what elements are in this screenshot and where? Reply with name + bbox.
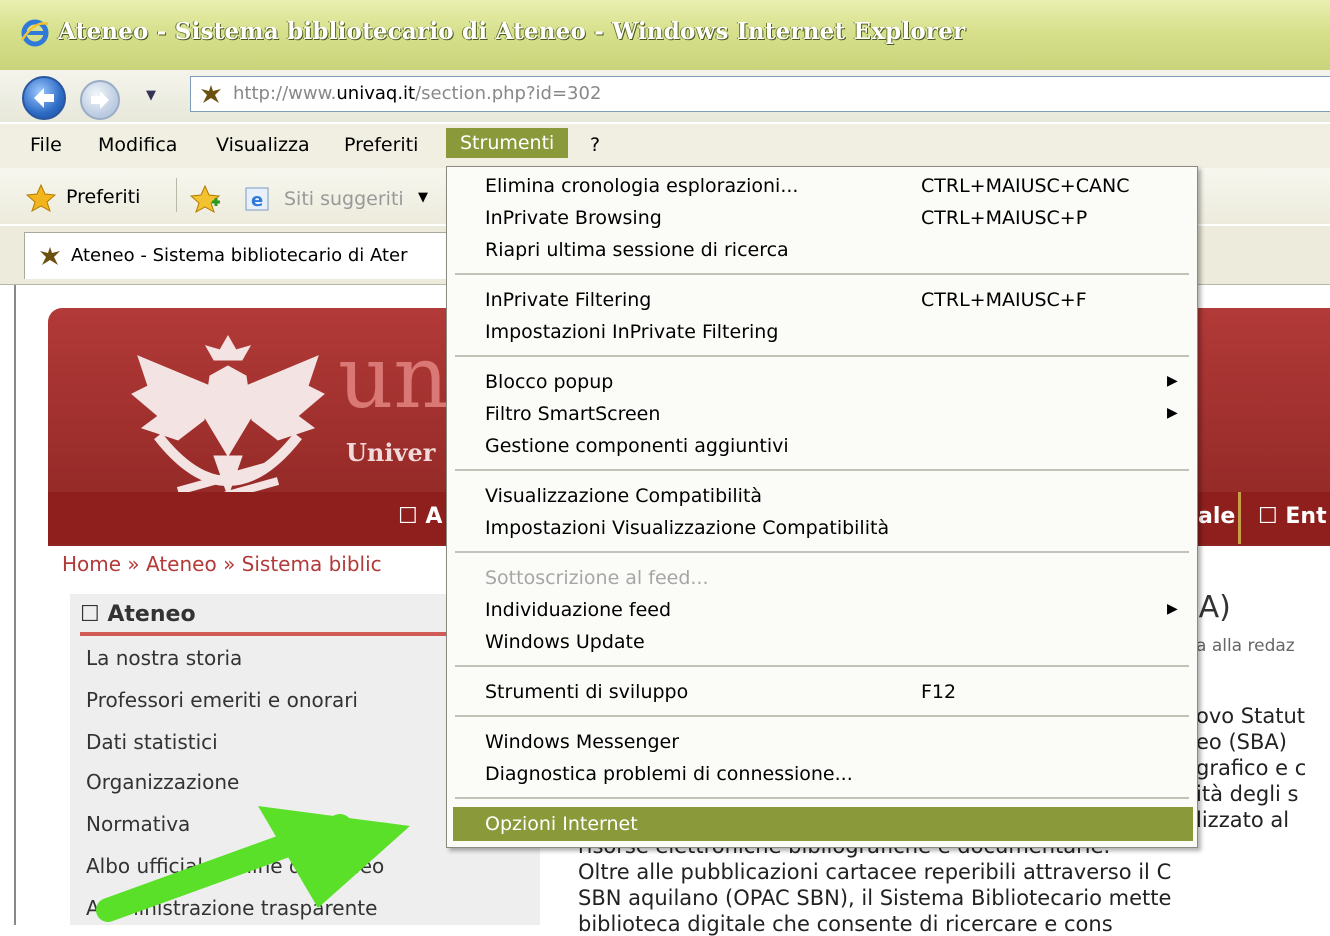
shortcut-label: CTRL+MAIUSC+CANC	[921, 175, 1130, 197]
separator	[176, 178, 177, 212]
submenu-arrow-icon: ▶	[1167, 373, 1178, 389]
separator	[1238, 492, 1241, 544]
ie-logo-icon	[20, 19, 49, 47]
menu-item-connection-diagnostics[interactable]: Diagnostica problemi di connessione...	[485, 763, 853, 785]
body-text-line: grafico e c	[1196, 756, 1307, 780]
menu-separator	[455, 797, 1189, 799]
menu-item-developer-tools[interactable]: Strumenti di sviluppo	[485, 681, 688, 703]
menu-separator	[455, 355, 1189, 357]
url-text: http://www.univaq.it/section.php?id=302	[233, 83, 602, 104]
menu-separator	[455, 551, 1189, 553]
menu-separator	[455, 665, 1189, 667]
site-university-name: Univer	[346, 438, 436, 467]
menu-bar	[0, 124, 1330, 169]
shortcut-label: CTRL+MAIUSC+P	[921, 207, 1088, 229]
menu-item-subscribe-feed: Sottoscrizione al feed...	[485, 567, 709, 589]
menu-item-inprivate-filtering[interactable]: InPrivate Filtering	[485, 289, 651, 311]
menu-item-delete-history[interactable]: Elimina cronologia esplorazioni...	[485, 175, 798, 197]
forward-button[interactable]	[80, 80, 120, 120]
page-subheading: a alla redaz	[1196, 636, 1295, 656]
menu-item-inprivate-settings[interactable]: Impostazioni InPrivate Filtering	[485, 321, 778, 343]
menu-separator	[455, 715, 1189, 717]
menu-separator	[455, 273, 1189, 275]
menu-item-manage-addons[interactable]: Gestione componenti aggiuntivi	[485, 435, 789, 457]
address-bar[interactable]: http://www.univaq.it/section.php?id=302	[190, 76, 1330, 112]
menu-item-smartscreen[interactable]: Filtro SmartScreen	[485, 403, 660, 425]
univaq-eagle-favicon-icon	[40, 247, 60, 265]
menu-item-windows-messenger[interactable]: Windows Messenger	[485, 731, 679, 753]
sidebar-heading: ☐ Ateneo	[80, 602, 196, 627]
sidebar-item[interactable]: La nostra storia	[86, 646, 242, 670]
site-nav-item[interactable]: ☐ Ent	[1258, 504, 1327, 529]
favorites-star-icon	[26, 184, 56, 212]
menu-strumenti[interactable]: Strumenti	[446, 128, 569, 158]
menu-separator	[455, 469, 1189, 471]
sidebar-item[interactable]: Professori emeriti e onorari	[86, 688, 358, 712]
menu-item-popup-blocker[interactable]: Blocco popup	[485, 371, 613, 393]
menu-item-internet-options[interactable]: Opzioni Internet	[485, 813, 638, 835]
submenu-arrow-icon: ▶	[1167, 405, 1178, 421]
ie-page-icon: e	[245, 187, 269, 211]
body-text-line: ità degli s	[1196, 782, 1299, 806]
body-text-line: Oltre alle pubblicazioni cartacee reperi…	[578, 860, 1172, 884]
body-text-line: ovo Statut	[1196, 704, 1306, 728]
site-nav-item[interactable]: ale	[1198, 504, 1235, 529]
title-bar: Ateneo - Sistema bibliotecario di Ateneo…	[0, 0, 1330, 71]
menu-help[interactable]: ?	[590, 134, 600, 156]
menu-visualizza[interactable]: Visualizza	[216, 134, 310, 156]
site-logo-text: un	[338, 328, 449, 428]
menu-modifica[interactable]: Modifica	[98, 134, 177, 156]
univaq-eagle-favicon-icon	[201, 85, 221, 103]
favorites-button[interactable]: Preferiti	[66, 186, 140, 208]
annotation-arrow-icon	[96, 806, 410, 922]
browser-tab[interactable]: Ateneo - Sistema bibliotecario di Ater	[24, 232, 456, 279]
back-arrow-icon	[34, 88, 54, 108]
menu-item-feed-discovery[interactable]: Individuazione feed	[485, 599, 671, 621]
body-text-line: lizzato al	[1196, 808, 1290, 832]
sidebar-item[interactable]: Dati statistici	[86, 730, 218, 754]
window-title: Ateneo - Sistema bibliotecario di Ateneo…	[58, 18, 966, 45]
menu-file[interactable]: File	[30, 134, 62, 156]
suggested-sites-dropdown-icon[interactable]: ▼	[418, 190, 428, 205]
tools-menu: Elimina cronologia esplorazioni... CTRL+…	[446, 166, 1198, 848]
body-text-line: SBN aquilano (OPAC SBN), il Sistema Bibl…	[578, 886, 1172, 910]
shortcut-label: CTRL+MAIUSC+F	[921, 289, 1087, 311]
submenu-arrow-icon: ▶	[1167, 601, 1178, 617]
back-button[interactable]	[22, 76, 66, 120]
menu-item-compatibility-view[interactable]: Visualizzazione Compatibilità	[485, 485, 762, 507]
shortcut-label: F12	[921, 681, 957, 703]
forward-arrow-icon	[91, 91, 109, 109]
body-text-line: biblioteca digitale che consente di rice…	[578, 912, 1113, 936]
menu-item-reopen-session[interactable]: Riapri ultima sessione di ricerca	[485, 239, 789, 261]
body-text-line: eo (SBA)	[1196, 730, 1287, 754]
menu-preferiti[interactable]: Preferiti	[344, 134, 418, 156]
tab-title: Ateneo - Sistema bibliotecario di Ater	[71, 245, 408, 266]
breadcrumb[interactable]: Home » Ateneo » Sistema biblic	[62, 552, 382, 576]
svg-text:e: e	[251, 190, 263, 211]
menu-item-compatibility-settings[interactable]: Impostazioni Visualizzazione Compatibili…	[485, 517, 889, 539]
site-nav-item[interactable]: ☐ A	[398, 504, 442, 529]
suggested-sites-button[interactable]: Siti suggeriti	[284, 188, 404, 210]
menu-item-windows-update[interactable]: Windows Update	[485, 631, 645, 653]
recent-pages-dropdown-icon[interactable]: ▼	[146, 88, 156, 103]
menu-item-inprivate-browsing[interactable]: InPrivate Browsing	[485, 207, 662, 229]
add-favorite-icon[interactable]	[190, 184, 222, 214]
